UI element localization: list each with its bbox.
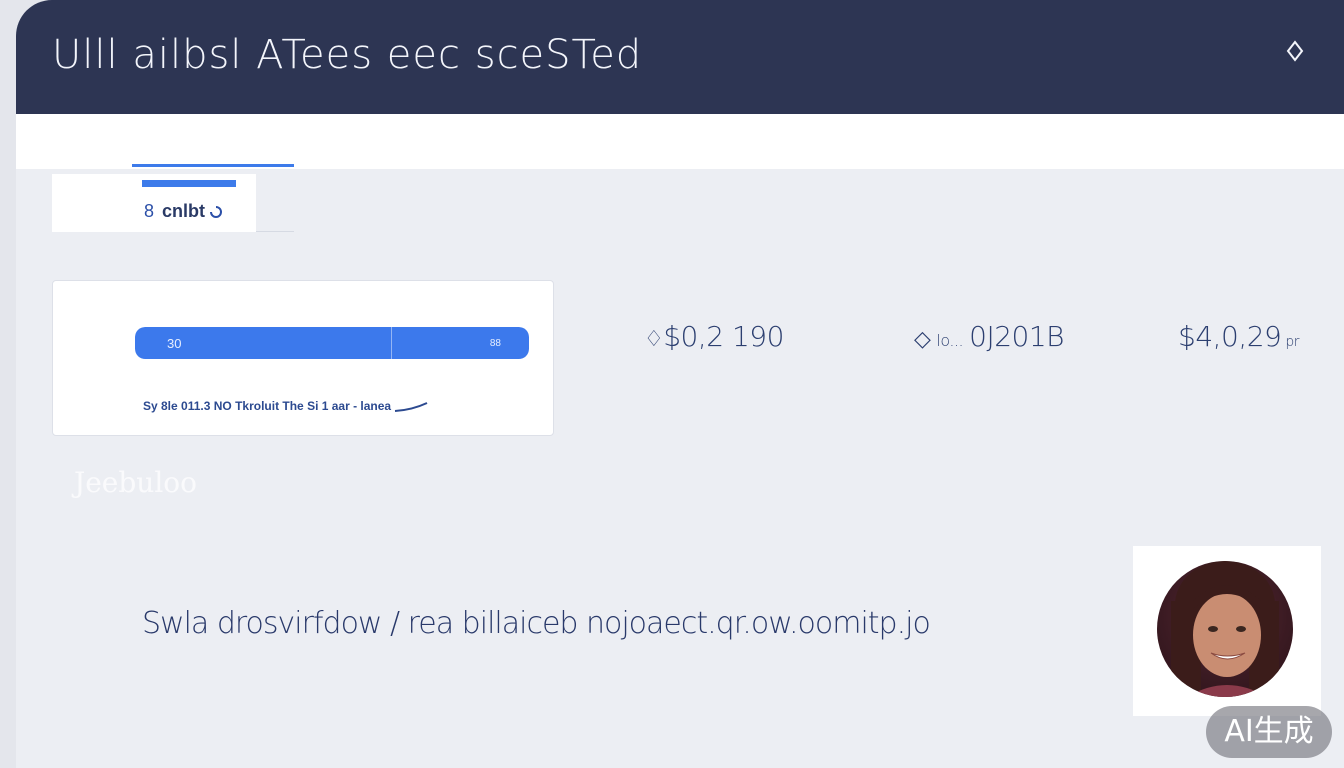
avatar-portrait-icon <box>1171 561 1279 697</box>
stat-2-prefix: lo... <box>936 331 964 350</box>
stat-value-2: ◇ lo... 0J201B <box>914 320 1064 353</box>
ai-generated-badge: AI生成 <box>1206 706 1332 758</box>
progress-bar[interactable]: 30 88 <box>135 327 529 359</box>
stat-2-text: 0J201B <box>969 320 1064 353</box>
stat-value-3: $4,0,29 pr <box>1178 320 1300 353</box>
stat-3-text: $4,0,29 <box>1178 320 1282 353</box>
stat-value-1: ♢$0,2 190 <box>644 320 784 353</box>
progress-card: 30 88 Sy 8le 011.3 NO Tkroluit The Si 1 … <box>52 280 554 436</box>
tab-number: 8 <box>144 201 155 221</box>
tab-underline <box>256 231 294 232</box>
progress-left-label: 30 <box>167 336 182 351</box>
stat-1-text: $0,2 190 <box>663 320 784 353</box>
progress-divider <box>391 327 392 359</box>
tab-card-highlight <box>142 180 236 187</box>
tab-active-indicator <box>132 164 294 167</box>
header-bar: Ulll ailbsl ATees eec sceSTed <box>16 0 1344 114</box>
user-avatar[interactable] <box>1157 561 1293 697</box>
spinner-icon <box>210 206 222 219</box>
tab-label-text: cnlbt <box>162 201 206 221</box>
stat-3-suffix: pr <box>1285 334 1300 350</box>
progress-right-label: 88 <box>489 338 501 349</box>
swoosh-icon <box>395 401 428 412</box>
progress-fill <box>135 327 529 359</box>
app-window: Ulll ailbsl ATees eec sceSTed 8 cnlbt 30 … <box>16 0 1344 768</box>
ghost-heading: Jeebuloo <box>74 466 197 499</box>
description-text: Swla drosvirfdow / rea billaiceb nojoaec… <box>142 606 931 641</box>
diamond-outline-icon[interactable] <box>1286 40 1304 62</box>
tab-card[interactable]: 8 cnlbt <box>52 174 256 232</box>
avatar-card[interactable] <box>1133 546 1321 716</box>
arrow-icon: ◇ <box>914 327 931 352</box>
progress-caption: Sy 8le 011.3 NO Tkroluit The Si 1 aar - … <box>143 399 428 413</box>
tab-bar <box>16 114 1344 169</box>
progress-caption-text: Sy 8le 011.3 NO Tkroluit The Si 1 aar - … <box>143 399 392 413</box>
tab-label[interactable]: 8 cnlbt <box>144 201 222 222</box>
ribbon-icon: ♢ <box>644 327 664 352</box>
page-title: Ulll ailbsl ATees eec sceSTed <box>52 32 643 78</box>
